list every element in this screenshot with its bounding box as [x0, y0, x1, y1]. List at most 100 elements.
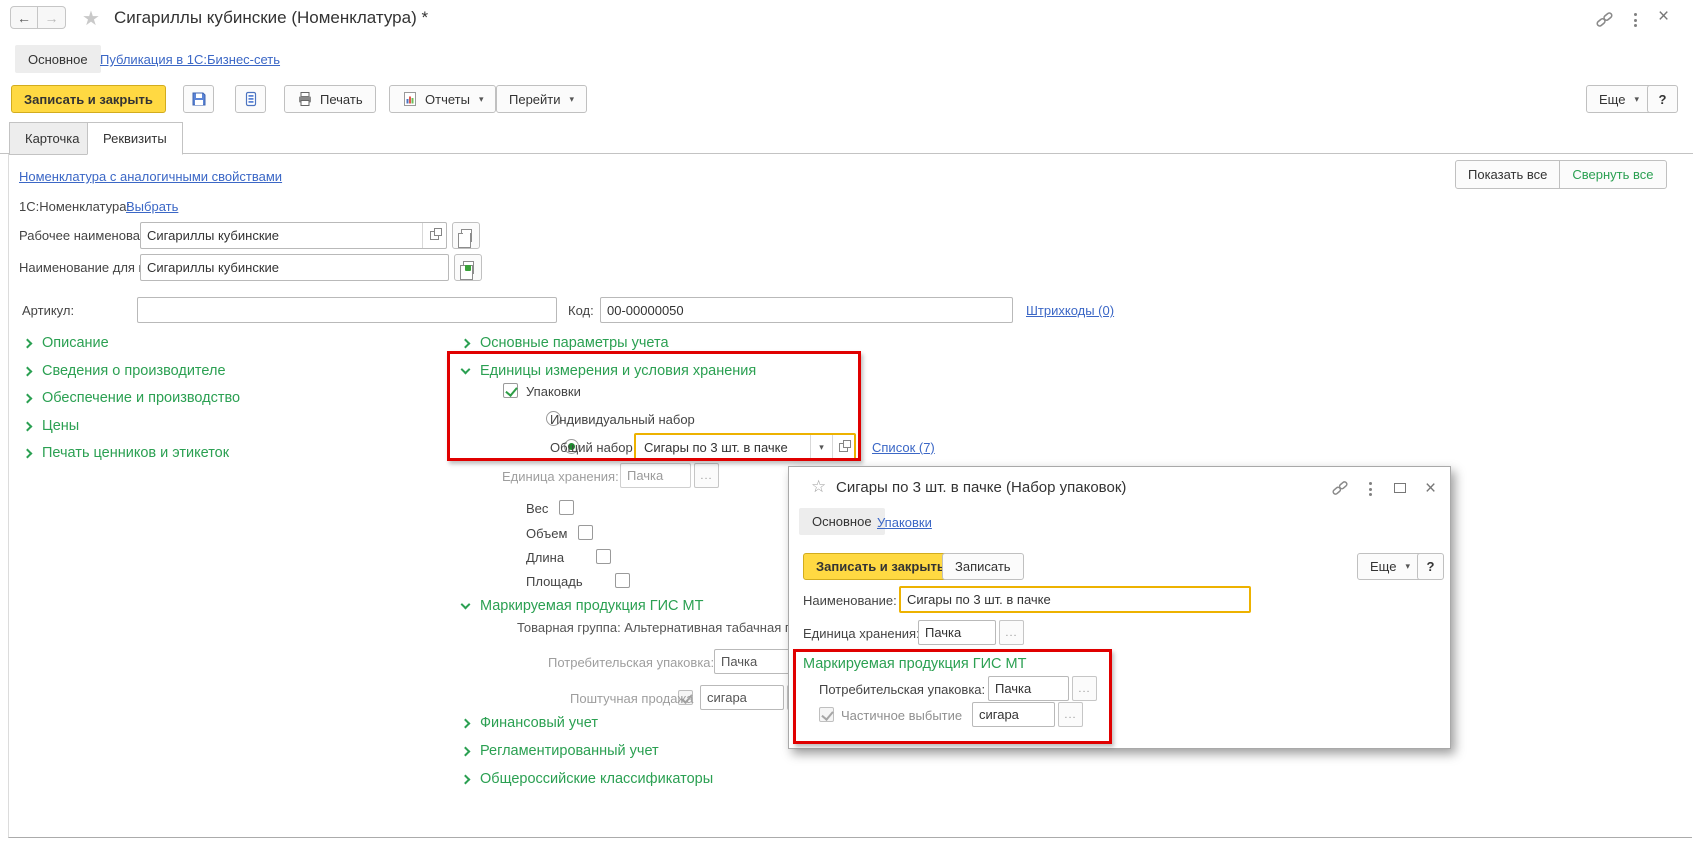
length-label[interactable]: Длина: [526, 550, 564, 565]
more-button[interactable]: Еще ▾: [1586, 85, 1652, 113]
copy-name-button[interactable]: [452, 222, 480, 249]
common-set-combobox[interactable]: Сигары по 3 шт. в пачке ▾: [634, 433, 856, 461]
dialog-partial-disposal-select-button[interactable]: ...: [1058, 702, 1083, 727]
dialog-copy-link-icon[interactable]: [1332, 480, 1348, 499]
volume-checkbox[interactable]: [578, 525, 593, 540]
dropdown-arrow-icon: ▾: [1634, 94, 1639, 105]
area-label[interactable]: Площадь: [526, 574, 583, 589]
individual-set-label[interactable]: Индивидуальный набор: [550, 412, 695, 427]
dialog-more-button[interactable]: Еще ▾: [1357, 553, 1423, 580]
barcodes-link[interactable]: Штрихкоды (0): [1026, 303, 1114, 318]
copy-link-icon[interactable]: [1596, 11, 1613, 31]
print-name-input[interactable]: [141, 255, 448, 280]
section-units-storage[interactable]: Единицы измерения и условия хранения: [462, 363, 756, 379]
code-label: Код:: [568, 303, 594, 318]
reports-button[interactable]: Отчеты ▾: [389, 85, 496, 113]
code-input[interactable]: [600, 297, 1013, 323]
weight-checkbox[interactable]: [559, 500, 574, 515]
dialog-maximize-icon[interactable]: [1394, 483, 1406, 493]
navigate-button[interactable]: Перейти ▾: [496, 85, 587, 113]
tab-card[interactable]: Карточка: [9, 122, 95, 155]
weight-label[interactable]: Вес: [526, 501, 548, 516]
print-button[interactable]: Печать: [284, 85, 376, 113]
header-tab-main[interactable]: Основное: [15, 45, 101, 73]
piece-sale-input[interactable]: [700, 685, 784, 710]
dialog-tab-main[interactable]: Основное: [799, 508, 885, 535]
show-all-button[interactable]: Показать все: [1455, 160, 1560, 189]
chevron-right-icon: [23, 421, 33, 431]
dialog-help-button[interactable]: ?: [1417, 553, 1444, 580]
dialog-save-button[interactable]: Записать: [942, 553, 1024, 580]
working-name-input[interactable]: [141, 223, 422, 248]
working-name-field-wrap: [140, 222, 447, 249]
dialog-partial-disposal-checkbox: [819, 707, 834, 722]
section-manufacturer[interactable]: Сведения о производителе: [24, 363, 226, 379]
save-button[interactable]: [183, 85, 214, 113]
combo-open-icon[interactable]: [832, 435, 854, 459]
article-input[interactable]: [137, 297, 557, 323]
section-financial[interactable]: Финансовый учет: [462, 715, 598, 731]
dropdown-arrow-icon: ▾: [479, 94, 484, 105]
section-description[interactable]: Описание: [24, 335, 109, 351]
consumer-package-input[interactable]: [714, 649, 794, 674]
collapse-all-button[interactable]: Свернуть все: [1559, 160, 1666, 189]
forward-icon: →: [45, 10, 59, 26]
dialog-save-and-close-button[interactable]: Записать и закрыть: [803, 553, 958, 580]
dialog-partial-disposal-input[interactable]: [972, 702, 1055, 727]
expand-collapse-group: Показать все Свернуть все: [1455, 160, 1667, 189]
similar-items-link[interactable]: Номенклатура с аналогичными свойствами: [19, 169, 282, 184]
forward-button[interactable]: →: [38, 6, 66, 29]
chevron-down-icon: [461, 599, 471, 609]
tab-strip: Карточка Реквизиты: [0, 121, 1693, 154]
section-supply-production[interactable]: Обеспечение и производство: [24, 390, 240, 406]
save-and-close-button[interactable]: Записать и закрыть: [11, 85, 166, 113]
window-menu-icon[interactable]: [1632, 11, 1639, 29]
area-checkbox[interactable]: [615, 573, 630, 588]
section-main-accounting[interactable]: Основные параметры учета: [462, 335, 669, 351]
dialog-storage-unit-input[interactable]: [918, 620, 996, 645]
common-set-label[interactable]: Общий набор: [550, 440, 633, 455]
back-button[interactable]: ←: [10, 6, 38, 29]
printer-icon: [297, 91, 313, 107]
chevron-right-icon: [23, 338, 33, 348]
combo-dropdown-icon[interactable]: ▾: [810, 435, 832, 459]
product-group-text: Товарная группа: Альтернативная табачная…: [517, 620, 814, 635]
packages-checkbox[interactable]: [503, 383, 518, 398]
favorite-star-outline-icon[interactable]: ☆: [811, 477, 826, 497]
fill-from-working-name-button[interactable]: [454, 254, 482, 281]
chevron-right-icon: [461, 746, 471, 756]
help-button[interactable]: ?: [1647, 85, 1678, 113]
dialog-consumer-package-input[interactable]: [988, 676, 1069, 701]
dropdown-arrow-icon: ▾: [1405, 561, 1410, 572]
packages-checkbox-label[interactable]: Упаковки: [526, 384, 581, 399]
dialog-storage-unit-select-button[interactable]: ...: [999, 620, 1024, 645]
dialog-tab-packages[interactable]: Упаковки: [877, 515, 932, 530]
dialog-close-icon[interactable]: ×: [1425, 479, 1436, 498]
section-classifiers[interactable]: Общероссийские классификаторы: [462, 771, 713, 787]
dialog-menu-icon[interactable]: [1367, 480, 1374, 498]
copy-pages-icon: [461, 229, 472, 242]
section-regulated[interactable]: Регламентированный учет: [462, 743, 659, 759]
open-icon[interactable]: [422, 223, 446, 248]
window-close-icon[interactable]: ×: [1658, 7, 1669, 26]
section-price-tags[interactable]: Печать ценников и этикеток: [24, 445, 229, 461]
section-marking-gismt[interactable]: Маркируемая продукция ГИС МТ: [462, 598, 704, 614]
dialog-consumer-package-label: Потребительская упаковка:: [819, 682, 985, 697]
dialog-marking-section-title: Маркируемая продукция ГИС МТ: [803, 656, 1027, 672]
length-checkbox[interactable]: [596, 549, 611, 564]
change-history-button[interactable]: [235, 85, 266, 113]
dialog-name-input[interactable]: [899, 586, 1251, 613]
set-list-link[interactable]: Список (7): [872, 440, 935, 455]
storage-unit-label: Единица хранения:: [502, 469, 619, 484]
section-prices[interactable]: Цены: [24, 418, 79, 434]
tab-details[interactable]: Реквизиты: [87, 122, 183, 155]
page-title: Сигариллы кубинские (Номенклатура) *: [114, 8, 428, 28]
header-tab-publication[interactable]: Публикация в 1С:Бизнес-сеть: [100, 52, 280, 67]
article-label: Артикул:: [22, 303, 74, 318]
dialog-partial-disposal-label: Частичное выбытие: [841, 708, 962, 723]
storage-unit-select-button: ...: [694, 463, 719, 488]
choose-link[interactable]: Выбрать: [126, 199, 178, 214]
volume-label[interactable]: Объем: [526, 526, 567, 541]
dialog-consumer-package-select-button[interactable]: ...: [1072, 676, 1097, 701]
favorite-star-icon[interactable]: ★: [82, 6, 100, 31]
